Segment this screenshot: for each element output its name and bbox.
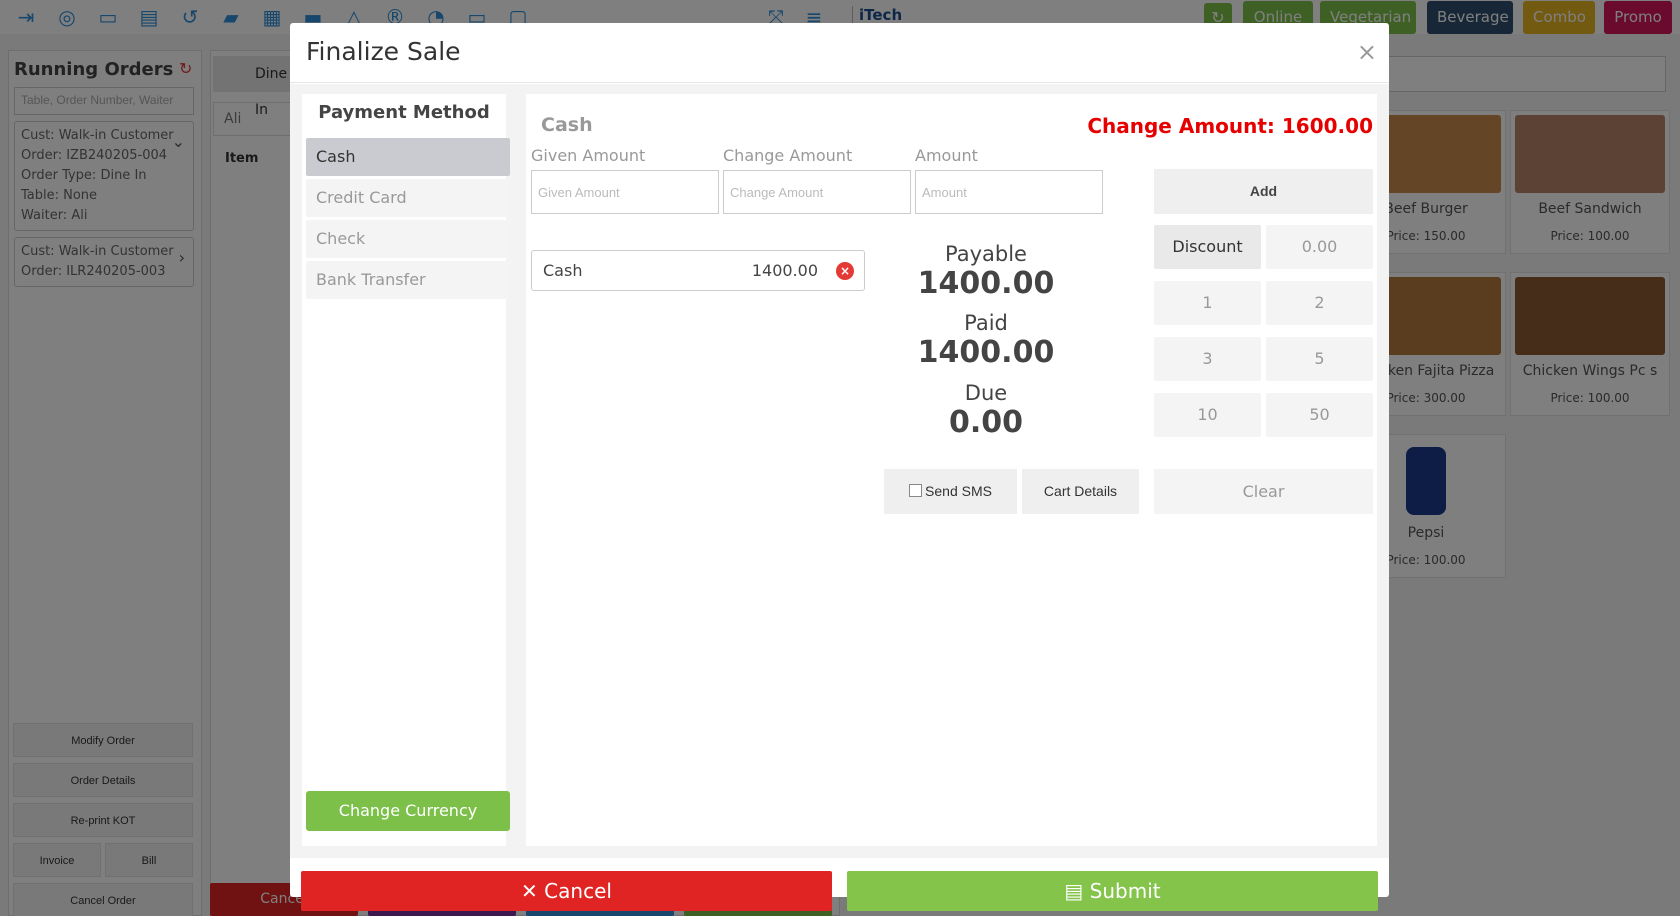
keypad-button-1[interactable]: 1 (1154, 281, 1261, 325)
change-currency-button[interactable]: Change Currency (306, 791, 510, 831)
paid-summary: Paid 1400.00 (886, 311, 1086, 370)
keypad-button-2[interactable]: 2 (1266, 281, 1373, 325)
due-value: 0.00 (948, 405, 1024, 440)
clear-button[interactable]: Clear (1154, 469, 1373, 514)
submit-label: Submit (1089, 879, 1161, 903)
due-summary: Due 0.00 (886, 381, 1086, 440)
modal-header: Finalize Sale × (290, 23, 1389, 83)
amount-label: Amount (915, 146, 978, 165)
payment-method-column: Payment Method Cash Credit Card Check Ba… (302, 94, 510, 846)
payment-row-method: Cash (543, 261, 583, 280)
payment-method-cash[interactable]: Cash (306, 138, 510, 176)
paid-label: Paid (964, 311, 1008, 335)
finalize-sale-modal: Finalize Sale × Payment Method Cash Cred… (290, 23, 1389, 911)
payment-method-credit-card[interactable]: Credit Card (306, 179, 510, 217)
payment-method-title: Payment Method (318, 102, 490, 123)
discount-value[interactable]: 0.00 (1266, 225, 1373, 269)
sms-checkbox[interactable] (909, 484, 923, 497)
modal-title: Finalize Sale (306, 37, 461, 66)
payable-label: Payable (945, 242, 1027, 266)
discount-button[interactable]: Discount (1154, 225, 1261, 269)
close-icon[interactable]: × (1357, 38, 1377, 66)
payment-row: Cash 1400.00 × (531, 250, 865, 291)
keypad-button-10[interactable]: 10 (1154, 393, 1261, 437)
keypad-button-50[interactable]: 50 (1266, 393, 1373, 437)
payable-value: 1400.00 (917, 266, 1055, 301)
amount-input[interactable]: Amount (915, 170, 1103, 214)
send-sms-button[interactable]: Send SMS (884, 469, 1017, 514)
submit-button[interactable]: ▤ Submit (847, 871, 1378, 911)
add-button[interactable]: Add (1154, 169, 1373, 214)
send-sms-label: Send SMS (925, 483, 992, 499)
keypad-button-5[interactable]: 5 (1266, 337, 1373, 381)
cancel-icon: ✕ (521, 879, 545, 903)
due-label: Due (964, 381, 1008, 405)
cancel-label: Cancel (544, 879, 612, 903)
selected-method-name: Cash (541, 114, 593, 136)
payment-method-check[interactable]: Check (306, 220, 510, 258)
given-amount-label: Given Amount (531, 146, 646, 165)
document-icon: ▤ (1064, 879, 1090, 903)
payment-method-bank-transfer[interactable]: Bank Transfer (306, 261, 510, 299)
change-amount-label: Change Amount (723, 146, 853, 165)
modal-footer: ✕ Cancel ▤ Submit (290, 858, 1389, 911)
cart-details-button[interactable]: Cart Details (1022, 469, 1139, 514)
remove-payment-icon[interactable]: × (836, 262, 854, 280)
payable-summary: Payable 1400.00 (886, 242, 1086, 301)
change-amount-display: Change Amount: 1600.00 (1087, 114, 1373, 138)
given-amount-input[interactable]: Given Amount (531, 170, 719, 214)
paid-value: 1400.00 (917, 335, 1055, 370)
keypad-button-3[interactable]: 3 (1154, 337, 1261, 381)
change-amount-input[interactable]: Change Amount (723, 170, 911, 214)
payment-row-amount: 1400.00 (751, 261, 818, 280)
cancel-button[interactable]: ✕ Cancel (301, 871, 832, 911)
payment-details-column: Cash Change Amount: 1600.00 Given Amount… (526, 94, 1377, 846)
modal-body: Payment Method Cash Credit Card Check Ba… (290, 84, 1389, 858)
